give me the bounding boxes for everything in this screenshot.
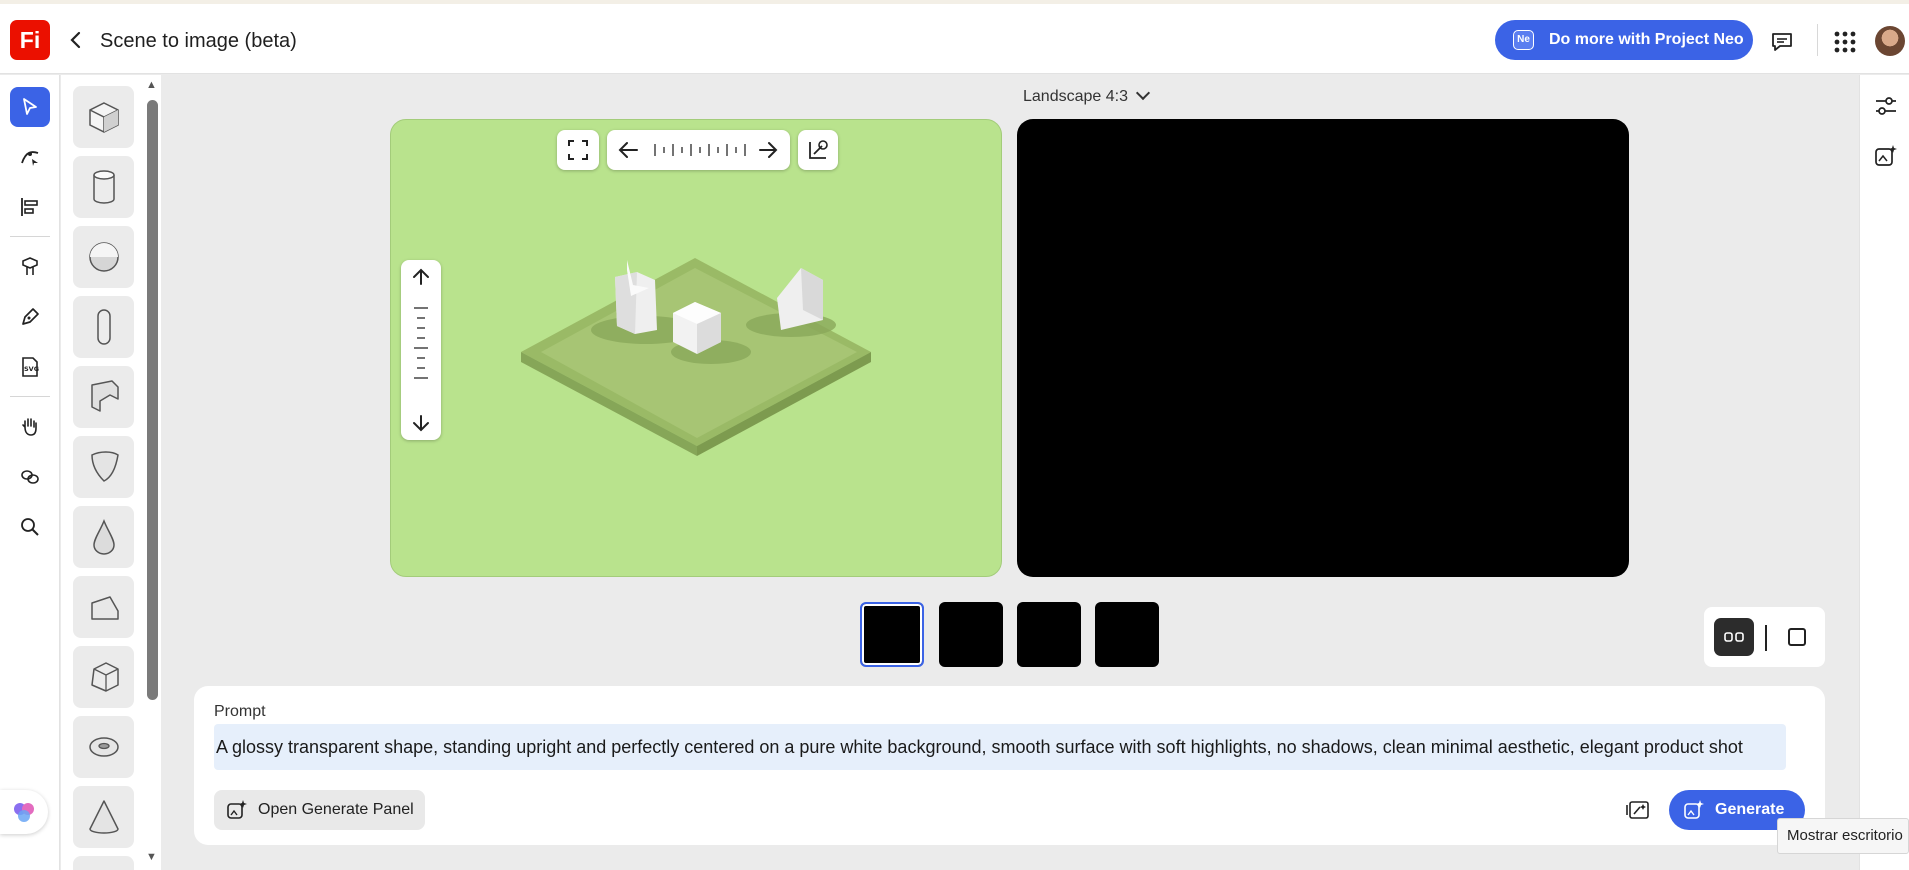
thumbnail-4[interactable]: [1095, 602, 1159, 667]
orientation-label: Landscape 4:3: [1023, 88, 1128, 105]
search-icon: [21, 518, 39, 536]
group-icon: [21, 470, 39, 484]
align-icon: [21, 198, 38, 216]
shapes-scrollbar[interactable]: [147, 100, 158, 700]
toolbar-divider: [10, 396, 50, 397]
right-toolbar: [1859, 75, 1909, 870]
fullscreen-icon: [568, 140, 588, 160]
camera-rotate-icon: [809, 140, 828, 159]
shape-flag[interactable]: [73, 366, 134, 428]
wedge-icon: [90, 596, 119, 620]
scene-canvas[interactable]: [390, 119, 1002, 577]
sphere-icon: [88, 242, 119, 272]
firefly-logo[interactable]: Fi: [10, 20, 50, 60]
neo-badge-icon: Ne: [1513, 30, 1534, 50]
vertical-rotate-control[interactable]: [401, 260, 441, 440]
vertical-rotate-slider: [413, 268, 429, 432]
thumbnail-1[interactable]: [860, 602, 924, 667]
top-bar: Fi Scene to image (beta) Ne Do more with…: [0, 0, 1909, 74]
shape-wedge[interactable]: [73, 576, 134, 638]
shape-prism[interactable]: [73, 646, 134, 708]
prism-icon: [90, 662, 119, 692]
generate-label: Generate: [1715, 801, 1785, 818]
project-neo-label: Do more with Project Neo: [1549, 31, 1744, 48]
left-toolbar: SVG: [0, 75, 60, 870]
reset-camera-button[interactable]: [798, 130, 838, 170]
drop-icon: [92, 518, 115, 555]
svg-icon: SVG: [22, 357, 39, 377]
capsule-icon: [96, 309, 111, 345]
thumbnail-2[interactable]: [939, 602, 1003, 667]
shapes-library-icon: [22, 257, 38, 275]
generate-sparkle-icon: [1684, 800, 1704, 819]
brain-icon: [14, 803, 34, 822]
shape-blob[interactable]: [73, 436, 134, 498]
orientation-dropdown[interactable]: Landscape 4:3: [1023, 85, 1151, 106]
view-mode-toggle: [1704, 607, 1825, 667]
shape-cylinder[interactable]: [73, 156, 134, 218]
shape-cone[interactable]: [73, 786, 134, 848]
fit-view-button[interactable]: [557, 130, 599, 170]
shape-drop[interactable]: [73, 506, 134, 568]
header-divider: [1817, 24, 1818, 56]
apps-grid-icon[interactable]: [1834, 31, 1856, 53]
project-neo-button[interactable]: Ne Do more with Project Neo: [1495, 20, 1753, 60]
show-desktop-tooltip: Mostrar escritorio: [1777, 818, 1909, 854]
thumbnail-3[interactable]: [1017, 602, 1081, 667]
svg-import-button[interactable]: SVG: [10, 347, 50, 387]
shape-sphere[interactable]: [73, 226, 134, 288]
pen-icon: [22, 308, 39, 325]
shapes-panel: [61, 75, 161, 870]
align-tool-button[interactable]: [10, 187, 50, 227]
hand-icon: [22, 418, 37, 436]
shape-partial[interactable]: [73, 856, 134, 870]
flag-shape-icon: [90, 380, 119, 412]
search-tool-button[interactable]: [10, 507, 50, 547]
shape-cube[interactable]: [73, 86, 134, 148]
open-generate-panel-button[interactable]: Open Generate Panel: [214, 790, 425, 830]
image-reference-icon[interactable]: [1626, 797, 1652, 823]
path-tool-icon: [21, 151, 39, 166]
shapes-library-button[interactable]: [10, 247, 50, 287]
cylinder-icon: [92, 170, 115, 204]
avatar[interactable]: [1875, 26, 1905, 56]
prompt-label: Prompt: [214, 703, 266, 720]
scroll-down-arrow[interactable]: ▼: [146, 851, 157, 863]
path-tool-button[interactable]: [10, 137, 50, 177]
scroll-up-arrow[interactable]: ▲: [146, 79, 157, 91]
shape-torus[interactable]: [73, 716, 134, 778]
single-view-button[interactable]: [1788, 628, 1806, 646]
select-arrow-icon: [23, 98, 37, 115]
scene-illustration: [521, 258, 871, 456]
toolbar-divider: [10, 236, 50, 237]
view-toggle-divider: [1765, 625, 1767, 651]
prompt-input[interactable]: A glossy transparent shape, standing upr…: [214, 724, 1786, 770]
svg-text:SVG: SVG: [24, 365, 39, 373]
adjustments-icon[interactable]: [1873, 93, 1899, 119]
shape-capsule[interactable]: [73, 296, 134, 358]
result-preview[interactable]: [1017, 119, 1629, 577]
page-title: Scene to image (beta): [100, 30, 297, 52]
select-tool-button[interactable]: [10, 87, 50, 127]
split-view-icon: [1724, 632, 1744, 642]
back-chevron-icon[interactable]: [66, 28, 86, 52]
cone-icon: [88, 800, 119, 834]
generate-image-icon[interactable]: [1873, 143, 1899, 169]
horizontal-rotate-control[interactable]: [607, 130, 790, 170]
chat-icon[interactable]: [1770, 30, 1794, 54]
chevron-down-icon: [1135, 85, 1151, 101]
horizontal-rotate-slider: [618, 142, 778, 158]
generate-panel-icon: [227, 800, 247, 819]
cube-icon: [88, 102, 119, 133]
hand-tool-button[interactable]: [10, 407, 50, 447]
pen-tool-button[interactable]: [10, 297, 50, 337]
split-view-button[interactable]: [1714, 618, 1754, 656]
prompt-panel: Prompt A glossy transparent shape, stand…: [194, 686, 1825, 845]
torus-icon: [88, 737, 119, 757]
group-tool-button[interactable]: [10, 457, 50, 497]
blob-icon: [90, 451, 119, 482]
open-generate-panel-label: Open Generate Panel: [258, 801, 414, 818]
ai-assistant-button[interactable]: [0, 790, 48, 834]
